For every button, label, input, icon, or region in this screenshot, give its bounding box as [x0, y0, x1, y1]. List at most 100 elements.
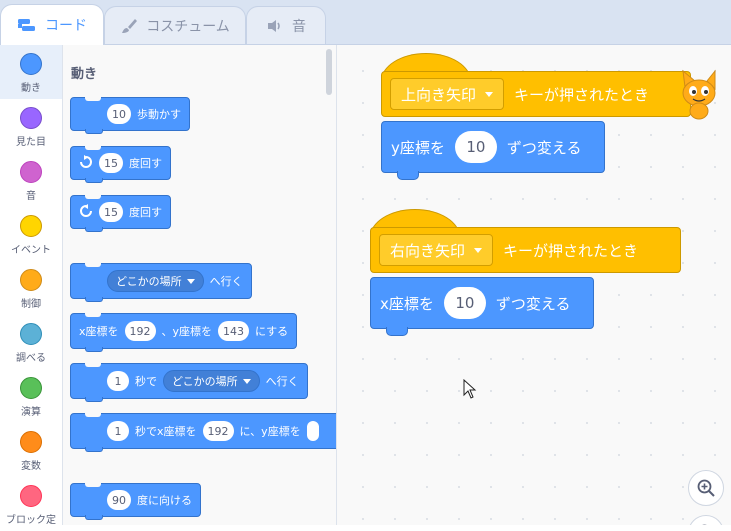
change-x-text: ずつ変える — [495, 294, 571, 313]
rotate-left-icon — [79, 203, 93, 221]
block-change-y-by[interactable]: y座標を 10 ずつ変える — [381, 121, 605, 180]
category-sound-dot — [20, 161, 42, 183]
block-go-to[interactable]: どこかの場所 へ行く — [70, 263, 252, 302]
category-label: 変数 — [21, 461, 41, 472]
category-my-blocks-dot — [20, 485, 42, 507]
category-label: ブロック定 — [6, 515, 56, 526]
editor-tab-bar: コード コスチューム 音 — [0, 0, 731, 45]
category-looks-dot — [20, 107, 42, 129]
go-to-text: へ行く — [209, 275, 243, 288]
glide-xy-seconds-input[interactable]: 1 — [107, 421, 129, 441]
category-label: 演算 — [21, 407, 41, 418]
rotate-right-icon — [79, 154, 93, 172]
category-label: 調べる — [16, 353, 46, 364]
glide-xy-mid-text: 秒でx座標を — [135, 425, 197, 438]
key-dropdown-value: 右向き矢印 — [390, 241, 466, 260]
go-to-xy-text: にする — [255, 325, 289, 338]
hat-block-text: キーが押されたとき — [514, 85, 650, 104]
category-operators[interactable]: 演算 — [0, 369, 62, 423]
point-direction-text: 度に向ける — [137, 494, 192, 507]
point-direction-input[interactable]: 90 — [107, 490, 131, 510]
category-variables[interactable]: 変数 — [0, 423, 62, 477]
category-motion-dot — [20, 53, 42, 75]
turn-right-text: 度回す — [129, 157, 162, 170]
category-control[interactable]: 制御 — [0, 261, 62, 315]
glide-xy-x-input[interactable]: 192 — [202, 421, 234, 441]
zoom-out-button[interactable] — [688, 515, 724, 525]
category-events-dot — [20, 215, 42, 237]
glide-mid-text: 秒で — [135, 375, 157, 388]
key-dropdown-value: 上向き矢印 — [401, 85, 477, 104]
mouse-pointer-icon — [463, 378, 477, 403]
glide-seconds-input[interactable]: 1 — [107, 371, 129, 391]
category-sensing[interactable]: 調べる — [0, 315, 62, 369]
category-motion[interactable]: 動き — [0, 45, 62, 99]
category-menu: 動き 見た目 音 イベント 制御 調べる 演算 変数 ブロック定 — [0, 45, 63, 526]
dropdown-caret-icon — [242, 378, 251, 384]
category-control-dot — [20, 269, 42, 291]
turn-left-degrees-input[interactable]: 15 — [99, 202, 123, 222]
sprite-cat-icon — [679, 67, 719, 127]
tab-sounds-label: 音 — [292, 18, 306, 35]
go-to-xy-sep: 、y座標を — [161, 325, 213, 338]
move-steps-text: 歩動かす — [137, 108, 181, 121]
key-dropdown-up[interactable]: 上向き矢印 — [390, 78, 505, 110]
category-label: 動き — [21, 83, 41, 94]
category-operators-dot — [20, 377, 42, 399]
glide-text: へ行く — [265, 375, 299, 388]
code-blocks-icon — [17, 17, 37, 33]
category-label: 制御 — [21, 299, 41, 310]
change-x-label: x座標を — [380, 294, 434, 313]
block-move-steps[interactable]: 10 歩動かす — [70, 97, 190, 134]
change-y-input[interactable]: 10 — [454, 131, 497, 163]
go-to-xy-x-label: x座標を — [79, 325, 119, 338]
brush-icon — [120, 17, 138, 35]
hat-block-when-key-pressed-right[interactable]: 右向き矢印 キーが押されたとき — [370, 227, 681, 273]
category-label: 音 — [26, 191, 36, 202]
glide-xy-y-input[interactable] — [306, 421, 319, 441]
tab-code[interactable]: コード — [0, 4, 104, 45]
turn-right-degrees-input[interactable]: 15 — [99, 153, 123, 173]
go-to-x-input[interactable]: 192 — [124, 321, 156, 341]
glide-target-value: どこかの場所 — [172, 375, 238, 388]
hat-block-when-key-pressed-up[interactable]: 上向き矢印 キーが押されたとき — [381, 71, 691, 117]
tab-costumes-label: コスチューム — [146, 18, 230, 35]
palette-section-title: 動き — [71, 67, 98, 82]
block-turn-right[interactable]: 15 度回す — [70, 146, 171, 183]
category-sound[interactable]: 音 — [0, 153, 62, 207]
category-events[interactable]: イベント — [0, 207, 62, 261]
change-x-input[interactable]: 10 — [443, 287, 486, 319]
block-change-x-by[interactable]: x座標を 10 ずつ変える — [370, 277, 594, 336]
dropdown-caret-icon — [186, 278, 195, 284]
glide-xy-text: に、y座標を — [239, 425, 301, 438]
go-to-target-value: どこかの場所 — [116, 275, 182, 288]
category-variables-dot — [20, 431, 42, 453]
glide-target-dropdown[interactable]: どこかの場所 — [163, 370, 260, 392]
block-go-to-xy[interactable]: x座標を 192 、y座標を 143 にする — [70, 313, 298, 352]
palette-scrollbar[interactable] — [326, 49, 332, 95]
category-label: イベント — [11, 245, 51, 256]
change-y-label: y座標を — [391, 138, 445, 157]
script-workspace[interactable]: 上向き矢印 キーが押されたとき y座標を 10 ずつ変える 右向き矢印 キーが押… — [337, 45, 731, 525]
speaker-icon — [266, 18, 284, 34]
block-palette[interactable]: 動き 10 歩動かす 15 度回す 15 度回す どこかの場所 へ行く x座標を… — [63, 45, 337, 525]
change-y-text: ずつ変える — [506, 138, 582, 157]
block-glide-to-xy[interactable]: 1 秒でx座標を 192 に、y座標を — [70, 413, 336, 452]
dropdown-caret-icon — [474, 247, 483, 253]
zoom-in-icon — [697, 479, 715, 497]
go-to-target-dropdown[interactable]: どこかの場所 — [107, 270, 204, 292]
key-dropdown-right[interactable]: 右向き矢印 — [379, 234, 494, 266]
tab-sounds[interactable]: 音 — [246, 6, 326, 44]
category-looks[interactable]: 見た目 — [0, 99, 62, 153]
tab-costumes[interactable]: コスチューム — [104, 6, 246, 44]
move-steps-input[interactable]: 10 — [107, 104, 131, 124]
tab-code-label: コード — [45, 18, 87, 34]
block-turn-left[interactable]: 15 度回す — [70, 195, 171, 232]
category-my-blocks[interactable]: ブロック定 — [0, 477, 62, 531]
zoom-in-button[interactable] — [688, 470, 724, 506]
block-point-direction[interactable]: 90 度に向ける — [70, 483, 201, 520]
dropdown-caret-icon — [485, 91, 494, 97]
block-glide-to[interactable]: 1 秒で どこかの場所 へ行く — [70, 363, 308, 402]
hat-block-text: キーが押されたとき — [503, 241, 639, 260]
go-to-y-input[interactable]: 143 — [218, 321, 250, 341]
